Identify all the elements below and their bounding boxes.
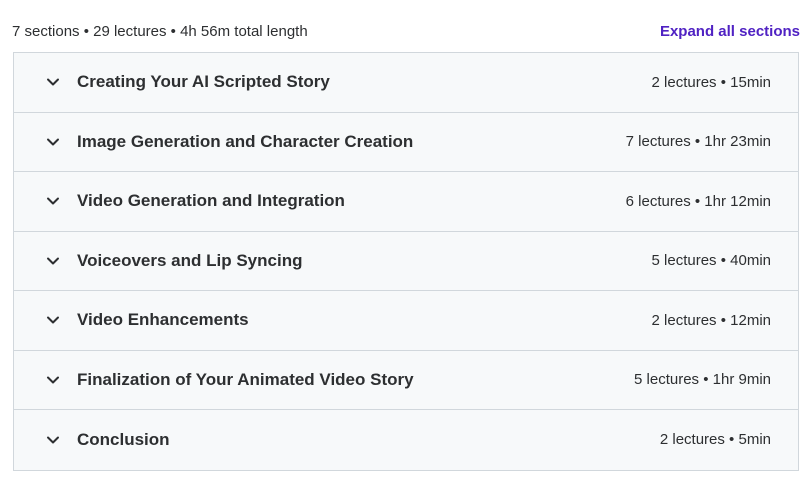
section-video-enhancements[interactable]: Video Enhancements 2 lectures • 12min [14, 291, 798, 351]
curriculum-summary-bar: 7 sections • 29 lectures • 4h 56m total … [12, 20, 800, 42]
chevron-down-icon [45, 134, 61, 150]
chevron-down-icon [45, 253, 61, 269]
section-video-generation-and-integration[interactable]: Video Generation and Integration 6 lectu… [14, 172, 798, 232]
section-meta: 2 lectures • 5min [659, 431, 771, 449]
chevron-down-icon [45, 372, 61, 388]
section-meta: 5 lectures • 1hr 9min [634, 371, 771, 389]
chevron-down-icon [45, 193, 61, 209]
section-title: Voiceovers and Lip Syncing [77, 250, 303, 270]
chevron-down-icon [45, 432, 61, 448]
chevron-down-icon [45, 74, 61, 90]
section-voiceovers-and-lip-syncing[interactable]: Voiceovers and Lip Syncing 5 lectures • … [14, 231, 798, 291]
section-title: Video Enhancements [77, 310, 249, 330]
section-image-generation-and-character-creation[interactable]: Image Generation and Character Creation … [14, 112, 798, 172]
section-title: Image Generation and Character Creation [77, 131, 414, 151]
section-title: Conclusion [77, 429, 170, 449]
curriculum-summary: 7 sections • 29 lectures • 4h 56m total … [12, 22, 308, 40]
chevron-down-icon [45, 312, 61, 328]
section-conclusion[interactable]: Conclusion 2 lectures • 5min [14, 410, 798, 470]
section-title: Video Generation and Integration [77, 191, 345, 211]
section-finalization-of-your-animated-video-story[interactable]: Finalization of Your Animated Video Stor… [14, 350, 798, 410]
expand-all-sections-button[interactable]: Expand all sections [660, 23, 800, 40]
section-meta: 2 lectures • 12min [651, 311, 771, 329]
section-creating-your-ai-scripted-story[interactable]: Creating Your AI Scripted Story 2 lectur… [14, 53, 798, 113]
section-meta: 6 lectures • 1hr 12min [625, 192, 771, 210]
section-meta: 5 lectures • 40min [651, 252, 771, 270]
section-meta: 2 lectures • 15min [651, 73, 771, 91]
section-title: Finalization of Your Animated Video Stor… [77, 369, 414, 389]
section-meta: 7 lectures • 1hr 23min [625, 133, 771, 151]
section-title: Creating Your AI Scripted Story [77, 72, 330, 92]
curriculum-accordion: Creating Your AI Scripted Story 2 lectur… [13, 52, 799, 471]
